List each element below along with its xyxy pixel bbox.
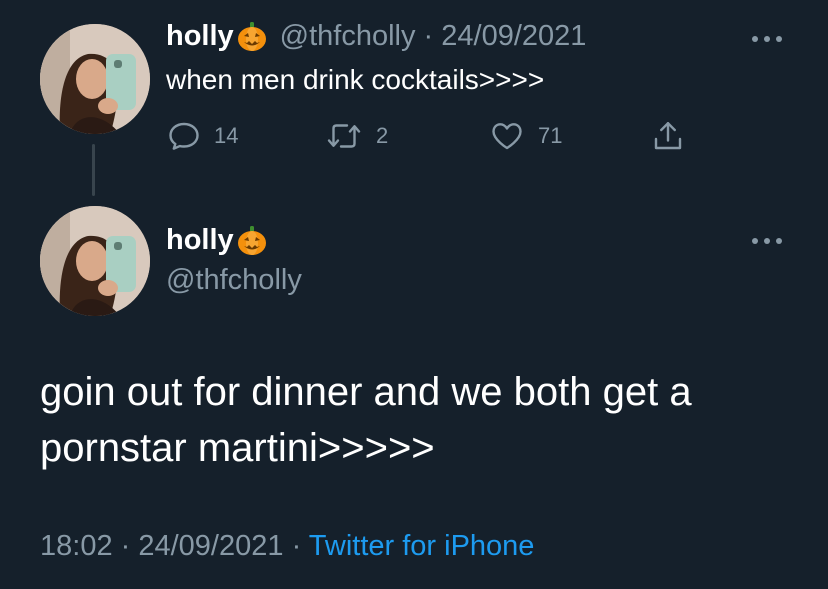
retweet-icon (327, 124, 361, 148)
avatar-image (40, 24, 150, 134)
avatar[interactable] (40, 206, 150, 316)
retweet-count: 2 (376, 123, 389, 148)
tweet-source-link[interactable]: Twitter for iPhone (309, 530, 535, 562)
reply-button[interactable]: 14 (166, 118, 238, 154)
more-icon[interactable] (752, 236, 786, 246)
tweet-text: goin out for dinner and we both get a po… (40, 364, 800, 476)
handle[interactable]: @thfcholly (280, 20, 416, 53)
handle[interactable]: @thfcholly (166, 264, 302, 297)
separator: · (112, 530, 139, 562)
jack-o-lantern-emoji (237, 225, 266, 255)
thread-line (92, 144, 95, 196)
tweet-metadata: 18:02 · 24/09/2021 · Twitter for iPhone (40, 530, 534, 563)
like-button[interactable]: 71 (488, 118, 562, 154)
reply-count: 14 (214, 123, 239, 148)
like-count: 71 (538, 123, 563, 148)
separator: · (415, 20, 442, 52)
tweet-thread: holly @thfcholly · 24/09/2021 when men d… (0, 0, 828, 589)
share-icon (654, 122, 682, 150)
tweet-date[interactable]: 24/09/2021 (138, 530, 283, 562)
tweet-text-line: goin out for dinner and we both get a (40, 370, 692, 414)
retweet-button[interactable]: 2 (324, 118, 388, 154)
like-icon (492, 123, 522, 150)
more-icon[interactable] (752, 34, 786, 44)
display-name[interactable]: holly (166, 20, 234, 53)
tweet-date[interactable]: 24/09/2021 (441, 20, 586, 53)
tweet-actions: 14 2 71 (166, 118, 726, 158)
separator: · (283, 530, 309, 562)
tweet-text-line: pornstar martini>>>>> (40, 426, 435, 470)
tweet2-header: holly (166, 224, 280, 257)
tweet1-header: holly @thfcholly · 24/09/2021 (166, 20, 586, 53)
tweet-text: when men drink cocktails>>>> (166, 64, 545, 95)
avatar-image (40, 206, 150, 316)
avatar[interactable] (40, 24, 150, 134)
jack-o-lantern-emoji (237, 21, 266, 51)
tweet-time[interactable]: 18:02 (40, 530, 113, 562)
reply-icon (169, 122, 199, 150)
display-name[interactable]: holly (166, 224, 234, 257)
share-button[interactable] (650, 118, 686, 154)
